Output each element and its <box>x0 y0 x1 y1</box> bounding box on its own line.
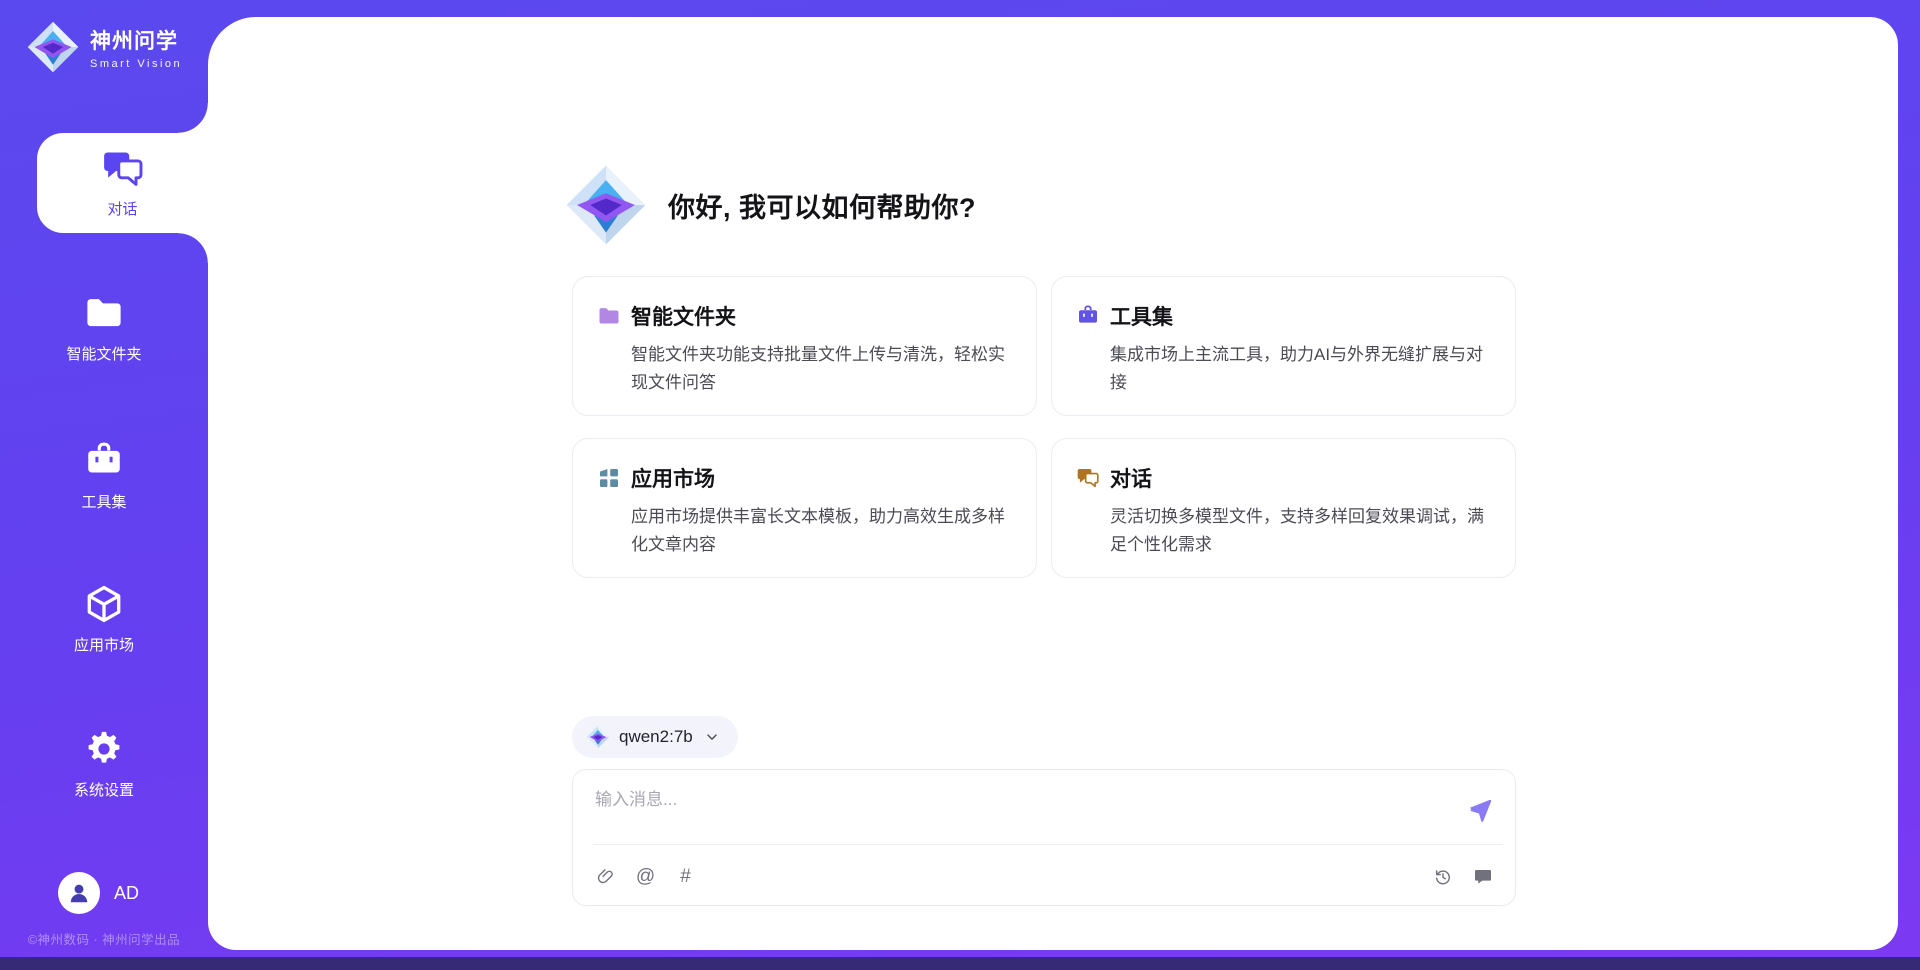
person-icon <box>66 880 92 906</box>
sidebar-item-label: 系统设置 <box>74 779 134 800</box>
greeting-text: 你好, 我可以如何帮助你? <box>668 186 976 225</box>
user-name: AD <box>114 883 139 904</box>
greeting-block: 你好, 我可以如何帮助你? <box>564 163 976 247</box>
gear-icon <box>83 728 125 770</box>
card-description: 智能文件夹功能支持批量文件上传与清洗，轻松实现文件问答 <box>631 341 1014 397</box>
send-icon[interactable] <box>1467 796 1493 822</box>
card-title: 工具集 <box>1110 301 1173 331</box>
brand-diamond-icon <box>564 163 648 247</box>
sidebar-item-settings[interactable]: 系统设置 <box>0 728 208 800</box>
card-title: 应用市场 <box>631 463 715 493</box>
toolbox-icon <box>1076 304 1100 328</box>
brand-logo: 神州问学 Smart Vision <box>26 20 182 74</box>
card-toolset[interactable]: 工具集 集成市场上主流工具，助力AI与外界无缝扩展与对接 <box>1051 276 1516 416</box>
chevron-down-icon <box>704 729 720 745</box>
composer-toolbar: @ # <box>595 866 1493 887</box>
chat-icon <box>1076 466 1100 490</box>
card-description: 灵活切换多模型文件，支持多样回复效果调试，满足个性化需求 <box>1110 503 1493 559</box>
folder-icon <box>597 304 621 328</box>
mention-icon[interactable]: @ <box>635 866 656 887</box>
sidebar-item-label: 工具集 <box>81 491 126 512</box>
sidebar-item-chat[interactable]: 对话 <box>37 133 208 233</box>
apps-icon <box>597 466 621 490</box>
user-account-button[interactable]: AD <box>58 872 139 914</box>
sidebar-item-label: 应用市场 <box>74 634 134 655</box>
model-selector[interactable]: qwen2:7b <box>572 716 738 758</box>
brand-diamond-icon <box>26 20 80 74</box>
avatar <box>58 872 100 914</box>
history-icon[interactable] <box>1432 866 1453 887</box>
sidebar: 神州问学 Smart Vision 对话 智能文件夹 工具集 应用市场 系统设置 <box>0 0 208 957</box>
cube-icon <box>83 583 125 625</box>
chat-bubble-icon[interactable] <box>1472 866 1493 887</box>
card-description: 应用市场提供丰富长文本模板，助力高效生成多样化文章内容 <box>631 503 1014 559</box>
sidebar-item-app-market[interactable]: 应用市场 <box>0 583 208 655</box>
card-chat[interactable]: 对话 灵活切换多模型文件，支持多样回复效果调试，满足个性化需求 <box>1051 438 1516 578</box>
folder-icon <box>83 292 125 334</box>
app-screen: 你好, 我可以如何帮助你? 智能文件夹 智能文件夹功能支持批量文件上传与清洗，轻… <box>0 0 1920 970</box>
toolbox-icon <box>83 440 125 482</box>
sidebar-item-smart-folder[interactable]: 智能文件夹 <box>0 292 208 364</box>
sidebar-item-label: 智能文件夹 <box>66 343 141 364</box>
sidebar-item-label: 对话 <box>107 198 137 219</box>
message-composer: @ # <box>572 769 1516 906</box>
hashtag-icon[interactable]: # <box>675 866 696 887</box>
attachment-icon[interactable] <box>595 866 616 887</box>
card-title: 对话 <box>1110 463 1152 493</box>
main-panel: 你好, 我可以如何帮助你? 智能文件夹 智能文件夹功能支持批量文件上传与清洗，轻… <box>208 17 1898 950</box>
composer-divider <box>593 844 1503 845</box>
copyright-text: ©神州数码 · 神州问学出品 <box>0 929 208 948</box>
message-input[interactable] <box>595 784 1415 816</box>
card-title: 智能文件夹 <box>631 301 736 331</box>
brand-name: 神州问学 <box>90 25 182 55</box>
model-diamond-icon <box>586 725 610 749</box>
card-smart-folder[interactable]: 智能文件夹 智能文件夹功能支持批量文件上传与清洗，轻松实现文件问答 <box>572 276 1037 416</box>
card-app-market[interactable]: 应用市场 应用市场提供丰富长文本模板，助力高效生成多样化文章内容 <box>572 438 1037 578</box>
card-description: 集成市场上主流工具，助力AI与外界无缝扩展与对接 <box>1110 341 1493 397</box>
chat-icon <box>101 147 145 191</box>
sidebar-item-toolset[interactable]: 工具集 <box>0 440 208 512</box>
brand-subtitle: Smart Vision <box>90 58 182 70</box>
model-name: qwen2:7b <box>619 727 693 747</box>
feature-cards: 智能文件夹 智能文件夹功能支持批量文件上传与清洗，轻松实现文件问答 工具集 集成… <box>572 276 1516 578</box>
